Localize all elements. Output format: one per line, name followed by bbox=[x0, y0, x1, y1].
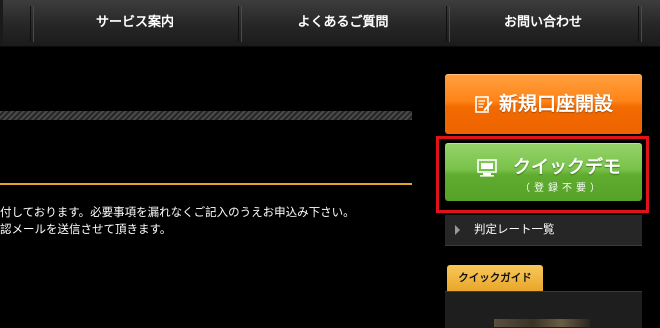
memo-pencil-icon bbox=[475, 96, 493, 113]
quick-demo-label: クイックデモ bbox=[513, 157, 621, 178]
nav-separator bbox=[638, 6, 642, 42]
triangle-right-icon bbox=[455, 225, 460, 235]
quick-demo-button[interactable]: クイックデモ （登録不要） bbox=[445, 143, 642, 201]
quick-guide-tab[interactable]: クイックガイド bbox=[447, 265, 543, 291]
nav-item-services[interactable]: サービス案内 bbox=[32, 0, 238, 46]
new-account-label: 新規口座開設 bbox=[499, 93, 614, 115]
intro-text-line-1: 付しております。必要事項を漏れなくご記入のうえお申込み下さい。 bbox=[0, 205, 355, 219]
intro-text-line-2: 認メールを送信させて頂きます。 bbox=[0, 222, 172, 236]
top-nav: サービス案内 よくあるご質問 お問い合わせ bbox=[0, 0, 660, 47]
nav-item-contact[interactable]: お問い合わせ bbox=[448, 0, 638, 46]
rate-list-label: 判定レート一覧 bbox=[474, 222, 555, 236]
rate-list-link[interactable]: 判定レート一覧 bbox=[445, 215, 642, 246]
quick-guide-label: クイックガイド bbox=[458, 272, 532, 284]
nav-left-edge bbox=[0, 0, 3, 46]
monitor-icon bbox=[477, 159, 497, 177]
section-divider bbox=[0, 183, 412, 185]
new-account-button[interactable]: 新規口座開設 bbox=[445, 74, 642, 134]
nav-item-faq[interactable]: よくあるご質問 bbox=[240, 0, 446, 46]
quick-demo-sublabel: （登録不要） bbox=[520, 183, 604, 194]
quick-guide-thumbnail[interactable] bbox=[494, 319, 590, 327]
section-heading-stripe bbox=[0, 111, 412, 120]
